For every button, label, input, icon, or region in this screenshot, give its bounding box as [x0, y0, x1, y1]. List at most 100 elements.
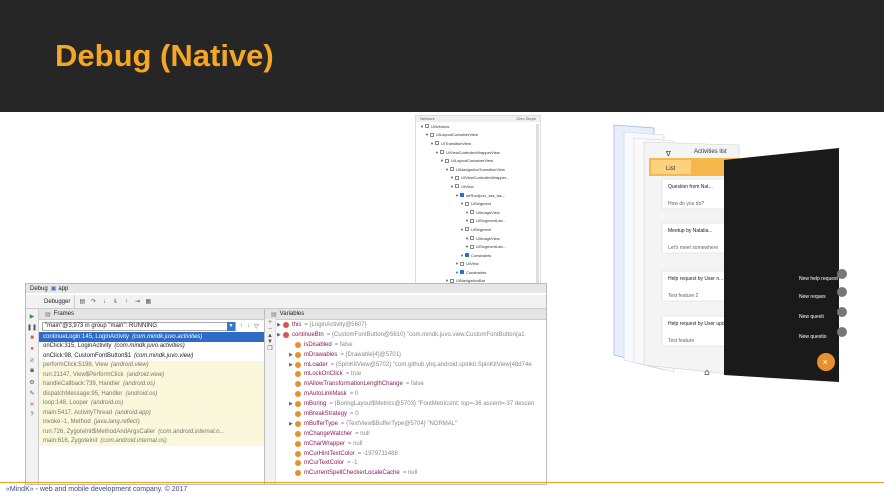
tree-node-label: UIImageView	[476, 209, 500, 215]
frame-row[interactable]: invoke:-1, Method (java.lang.reflect)	[39, 417, 264, 427]
tree-node[interactable]: ▼ UISegmentLab...	[416, 242, 540, 251]
tree-node[interactable]: ▼ UILayoutContainerView	[416, 156, 540, 165]
resume-icon[interactable]: ▶	[28, 312, 36, 320]
camera-icon[interactable]: ◙	[28, 367, 36, 375]
frame-method: onClick:98, CustomFontButton$1	[43, 352, 132, 359]
variable-row[interactable]: mBreakStrategy = 0	[277, 409, 545, 419]
tree-node[interactable]: ▼ Constraints	[416, 268, 540, 277]
card-subtitle: Test feature	[668, 338, 694, 344]
step-over-icon[interactable]: ↷	[89, 298, 97, 306]
tree-node[interactable]: ▼ UIView	[416, 182, 540, 191]
variable-row[interactable]: isDisabled = false	[277, 340, 545, 350]
variable-row[interactable]: mCurHintTextColor = -1979711488	[277, 449, 545, 459]
tree-node[interactable]: ▼ UIWindow	[416, 122, 540, 131]
arrow-down-icon[interactable]: ↓	[247, 323, 250, 329]
frame-row[interactable]: onClick:98, CustomFontButton$1 (com.mindk…	[39, 351, 264, 361]
variable-value: = true	[345, 371, 362, 378]
frame-row[interactable]: main:616, ZygoteInit (com.android.interna…	[39, 436, 264, 446]
restore-layout-icon[interactable]: ⚙	[28, 378, 36, 386]
tree-node[interactable]: ▼ UILayoutContainerView	[416, 131, 540, 140]
frame-row[interactable]: loop:148, Looper (android.os)	[39, 398, 264, 408]
tree-node[interactable]: ▼ Constraints	[416, 251, 540, 260]
variable-row[interactable]: ▶ mBoring = {BoringLayout$Metrics@5703} "F…	[277, 399, 545, 409]
tree-node[interactable]: ▼ UIViewControllerWrapper...	[416, 174, 540, 183]
frame-row[interactable]: run:21147, View$PerformClick (android.vie…	[39, 370, 264, 380]
evaluate-icon[interactable]: ▦	[144, 298, 152, 306]
frame-row[interactable]: handleCallback:739, Handler (android.os)	[39, 379, 264, 389]
frame-row[interactable]: performClick:5198, View (android.view)	[39, 360, 264, 370]
tree-node[interactable]: ▼ UISegment	[416, 199, 540, 208]
dark-overlay-layer	[724, 148, 839, 382]
filter-icon[interactable]: ∇	[665, 150, 671, 158]
variable-row[interactable]: mLockOnClick = true	[277, 369, 545, 379]
remove-watch-icon[interactable]: −	[265, 326, 275, 333]
field-icon	[295, 410, 301, 417]
duplicate-icon[interactable]: ❐	[265, 345, 275, 352]
tree-node-label: UISegmentLab...	[476, 244, 507, 250]
tree-node[interactable]: ▼ UINavigationTransitionView	[416, 165, 540, 174]
view-checkbox-icon	[440, 150, 444, 155]
overlay-item-icon[interactable]	[837, 327, 847, 337]
variable-row[interactable]: mAutoLinkMask = 0	[277, 389, 545, 399]
help-icon[interactable]: ?	[28, 411, 36, 419]
tree-node[interactable]: ▼ UISegmentLab...	[416, 217, 540, 226]
filter-icon[interactable]: ▽	[254, 323, 259, 330]
overlay-item-icon[interactable]	[837, 269, 847, 279]
variable-value: = null	[402, 470, 418, 477]
overlay-item-icon[interactable]	[837, 307, 847, 317]
close-icon[interactable]: ✕	[28, 400, 36, 408]
layout-icon[interactable]: ▤	[78, 298, 86, 306]
frame-package: (android.app)	[115, 409, 151, 416]
tree-scrollbar[interactable]	[536, 124, 539, 284]
add-watch-icon[interactable]: +	[265, 319, 275, 326]
force-step-into-icon[interactable]: ⇓	[111, 298, 119, 306]
tree-node[interactable]: ▼ UISegment	[416, 225, 540, 234]
run-to-cursor-icon[interactable]: ⇥	[133, 298, 141, 306]
frames-header: ▤ Frames	[39, 309, 264, 320]
pin-icon[interactable]: ✎	[28, 389, 36, 397]
variable-row[interactable]: mCurrentSpellCheckerLocaleCache = null	[277, 468, 545, 478]
tree-node[interactable]: ▼ UITransitionView	[416, 139, 540, 148]
pause-icon[interactable]: ❚❚	[27, 323, 37, 331]
tree-node[interactable]: ▼ UIViewControllerWrapperView	[416, 148, 540, 157]
footer-divider	[0, 482, 884, 483]
thread-row: "main"@3,973 in group "main": RUNNING ▼ …	[39, 320, 264, 332]
overlay-item-icon[interactable]	[837, 287, 847, 297]
tree-node[interactable]: ▼ UIImageView	[416, 234, 540, 243]
view-breakpoints-icon[interactable]: ●	[28, 345, 36, 353]
variable-row[interactable]: mAllowTransformationLengthChange = false	[277, 379, 545, 389]
variable-name: mLockOnClick	[304, 371, 343, 378]
arrow-up-icon[interactable]: ↑	[240, 323, 243, 329]
variable-row[interactable]: mCharWrapper = null	[277, 439, 545, 449]
frame-row[interactable]: continueLogin:145, LoginActivity (com.min…	[39, 332, 264, 342]
step-into-icon[interactable]: ↓	[100, 298, 108, 306]
variable-value: = {BoringLayout$Metrics@5703} "FontMetri…	[329, 401, 535, 408]
thread-selector[interactable]: "main"@3,973 in group "main": RUNNING ▼	[42, 321, 236, 331]
mute-breakpoints-icon[interactable]: ⊘	[28, 356, 36, 364]
tree-header-left: Network	[420, 116, 435, 121]
frame-row[interactable]: onClick:315, LoginActivity (com.mindk.juv…	[39, 342, 264, 352]
frame-row[interactable]: run:726, ZygoteInit$MethodAndArgsCaller(…	[39, 427, 264, 437]
tree-node-label: UIView	[466, 261, 479, 267]
frame-package: (java.lang.reflect)	[93, 419, 140, 426]
variable-row[interactable]: ▶ this = {LoginActivity@5607}	[277, 320, 545, 330]
view-checkbox-icon	[460, 193, 464, 198]
stop-icon[interactable]: ■	[28, 334, 36, 342]
tree-node[interactable]: ▼ UIImageView	[416, 208, 540, 217]
tree-node[interactable]: ▼ strRoot(xxx_sss_iss...	[416, 191, 540, 200]
step-out-icon[interactable]: ↑	[122, 298, 130, 306]
frame-row[interactable]: dispatchMessage:95, Handler (android.os)	[39, 389, 264, 399]
variable-row[interactable]: ▶ mDrawables = {Drawable[4]@5701}	[277, 350, 545, 360]
frame-row[interactable]: main:5417, ActivityThread (android.app)	[39, 408, 264, 418]
variable-row[interactable]: mChangeWatcher = null	[277, 429, 545, 439]
variable-row[interactable]: ▶ mLoader = {SpinKitView@5702} "com.github…	[277, 360, 545, 370]
variable-row[interactable]: mCurTextColor = -1	[277, 458, 545, 468]
tree-node-label: UIViewControllerWrapper...	[461, 175, 510, 181]
variable-value: = false	[405, 381, 424, 388]
tab-debugger[interactable]: Debugger	[40, 295, 76, 308]
frame-package: (com.mindk.juvo.activities)	[114, 343, 185, 350]
chevron-down-icon[interactable]: ▼	[227, 321, 235, 331]
variable-row[interactable]: ▶ continueBtn = {CustomFontButton@5610} "c…	[277, 330, 545, 340]
tree-node[interactable]: ▼ UIView	[416, 260, 540, 269]
variable-row[interactable]: ▶ mBufferType = {TextView$BufferType@5704}…	[277, 419, 545, 429]
